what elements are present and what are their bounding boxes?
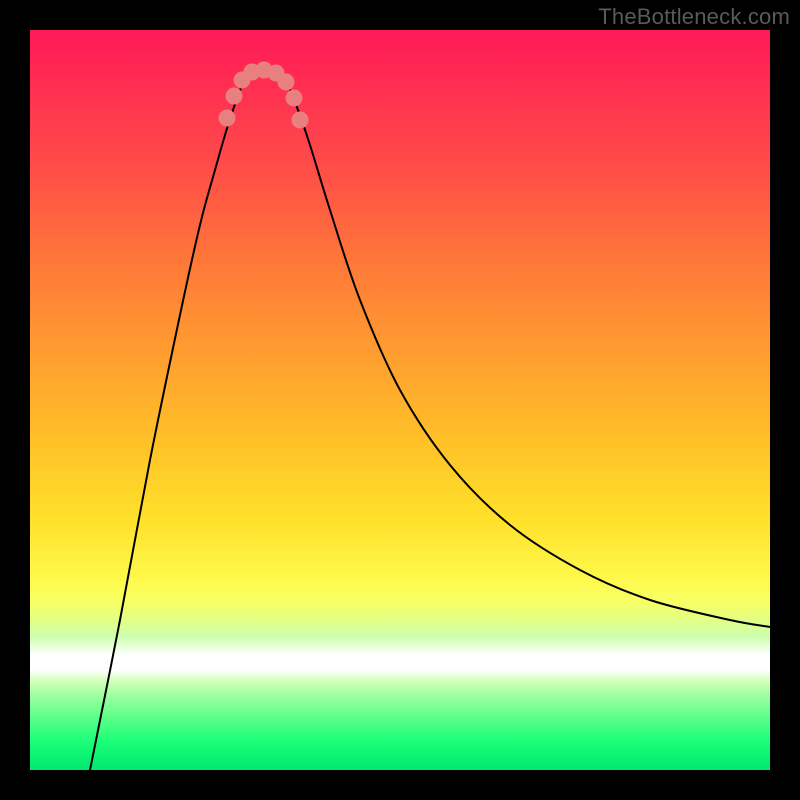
watermark-text: TheBottleneck.com [598,4,790,30]
curve-marker [286,90,303,107]
chart-frame: TheBottleneck.com [0,0,800,800]
curve-marker [292,112,309,129]
curve-marker-group [219,62,309,129]
curve-marker [219,110,236,127]
curve-marker [226,88,243,105]
curve-svg [30,30,770,770]
curve-marker [278,74,295,91]
plot-area [30,30,770,770]
bottleneck-curve [90,70,770,770]
